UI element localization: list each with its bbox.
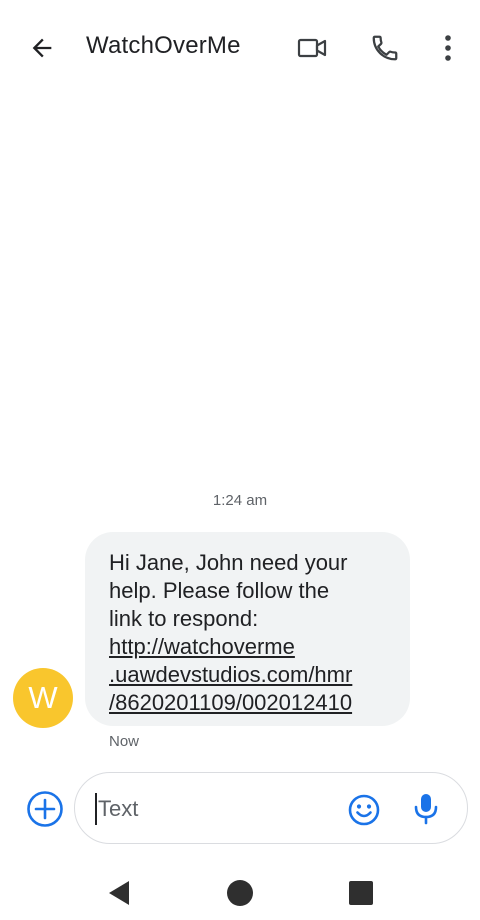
- nav-home-button[interactable]: [223, 878, 257, 908]
- message-text-line: Hi Jane, John need your: [109, 550, 348, 575]
- video-call-button[interactable]: [292, 28, 332, 68]
- message-link-line[interactable]: .uawdevstudios.com/hmr: [109, 661, 388, 689]
- voice-call-button[interactable]: [365, 28, 405, 68]
- phone-icon: [372, 35, 398, 61]
- message-text-line: link to respond:: [109, 606, 259, 631]
- arrow-back-icon: [32, 38, 52, 58]
- message-text-line: help. Please follow the: [109, 578, 330, 603]
- more-vert-icon: [445, 35, 451, 61]
- message-input[interactable]: [95, 793, 335, 825]
- back-button[interactable]: [22, 28, 62, 68]
- nav-back-button[interactable]: [103, 878, 137, 908]
- message-status: Now: [109, 733, 140, 750]
- mic-icon: [414, 794, 438, 825]
- add-circle-icon: [27, 791, 63, 827]
- conversation-title: WatchOverMe: [86, 32, 241, 59]
- nav-recents-button[interactable]: [344, 878, 378, 908]
- more-options-button[interactable]: [428, 28, 468, 68]
- videocam-icon: [297, 38, 327, 58]
- attach-button[interactable]: [24, 788, 66, 830]
- message-bubble[interactable]: Hi Jane, John need your help. Please fol…: [85, 532, 410, 726]
- emoji-icon: [348, 794, 380, 826]
- circle-home-icon: [227, 880, 253, 906]
- voice-input-button[interactable]: [409, 790, 443, 828]
- system-navigation-bar: [0, 864, 480, 920]
- square-recents-icon: [349, 881, 373, 905]
- avatar[interactable]: W: [13, 668, 73, 728]
- top-app-bar: WatchOverMe: [0, 0, 480, 94]
- message-link-line[interactable]: /8620201109/002012410: [109, 689, 388, 717]
- message-timestamp: 1:24 am: [212, 492, 268, 509]
- compose-bar: [74, 772, 468, 844]
- emoji-button[interactable]: [347, 793, 381, 827]
- message-link-line[interactable]: http://watchoverme: [109, 633, 388, 661]
- triangle-back-icon: [109, 881, 129, 905]
